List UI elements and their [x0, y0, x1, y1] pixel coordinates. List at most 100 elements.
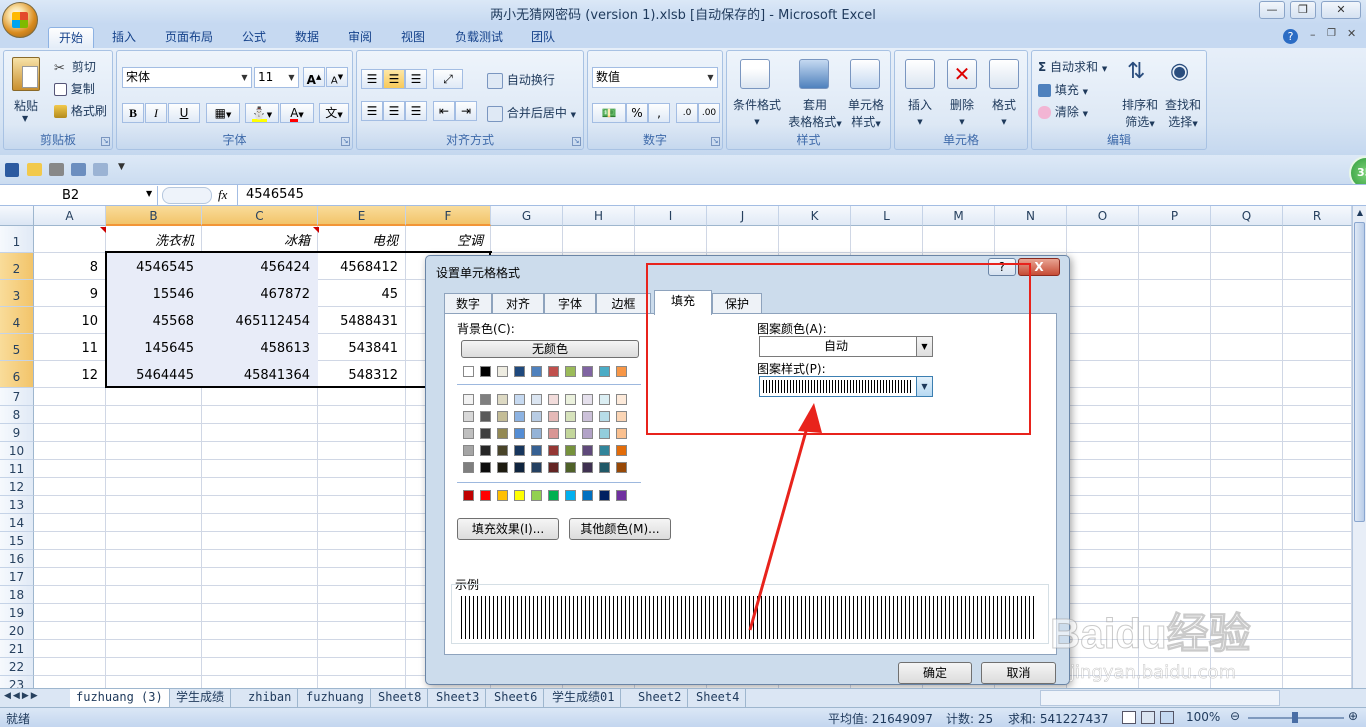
row-header[interactable]: 11: [0, 460, 34, 478]
column-header[interactable]: R: [1283, 206, 1352, 226]
ribbon-minimize-icon[interactable]: –: [1310, 28, 1316, 41]
help-icon[interactable]: ?: [1283, 29, 1298, 44]
column-header[interactable]: A: [34, 206, 106, 226]
row-header[interactable]: 5: [0, 334, 34, 361]
dialog-tab-number[interactable]: 数字: [444, 293, 492, 314]
column-header[interactable]: K: [779, 206, 851, 226]
color-swatch[interactable]: [480, 411, 491, 422]
color-swatch[interactable]: [497, 394, 508, 405]
column-header[interactable]: B: [106, 206, 202, 226]
color-swatch[interactable]: [616, 445, 627, 456]
color-swatch[interactable]: [463, 445, 474, 456]
row-header[interactable]: 18: [0, 586, 34, 604]
color-swatch[interactable]: [616, 428, 627, 439]
insert-cells-button[interactable]: 插入 ▼: [905, 96, 935, 127]
dialog-tab-border[interactable]: 边框: [596, 293, 651, 314]
align-right-button[interactable]: ☰: [405, 101, 427, 121]
color-swatch[interactable]: [565, 428, 576, 439]
color-swatch[interactable]: [599, 411, 610, 422]
column-header[interactable]: I: [635, 206, 707, 226]
clipboard-launcher-icon[interactable]: ↘: [101, 137, 110, 146]
number-launcher-icon[interactable]: ↘: [711, 137, 720, 146]
minimize-button[interactable]: —: [1259, 1, 1285, 19]
customize-qat-icon[interactable]: ▼: [118, 162, 125, 172]
format-cells-button[interactable]: 格式 ▼: [989, 96, 1019, 127]
sort-filter-button[interactable]: 排序和 筛选▼: [1120, 96, 1160, 130]
scroll-thumb[interactable]: [1354, 222, 1365, 522]
more-colors-button[interactable]: 其他颜色(M)...: [569, 518, 671, 540]
row-header[interactable]: 17: [0, 568, 34, 586]
percent-button[interactable]: %: [626, 103, 648, 123]
column-header[interactable]: G: [491, 206, 563, 226]
save-icon[interactable]: [5, 163, 19, 177]
header-cell-ac[interactable]: 空调: [406, 226, 491, 253]
increase-decimal-button[interactable]: .0: [676, 103, 698, 123]
color-swatch[interactable]: [616, 366, 627, 377]
zoom-level[interactable]: 100%: [1186, 710, 1220, 724]
color-swatch[interactable]: [480, 462, 491, 473]
color-swatch[interactable]: [548, 394, 559, 405]
dialog-tab-fill[interactable]: 填充: [654, 290, 712, 315]
color-swatch[interactable]: [514, 394, 525, 405]
color-swatch[interactable]: [565, 411, 576, 422]
color-swatch[interactable]: [497, 490, 508, 501]
row-header[interactable]: 10: [0, 442, 34, 460]
tab-review[interactable]: 审阅: [340, 27, 380, 48]
row-header[interactable]: 8: [0, 406, 34, 424]
column-header[interactable]: E: [318, 206, 406, 226]
custom-toolbar-icon[interactable]: [93, 163, 108, 176]
row-header[interactable]: 14: [0, 514, 34, 532]
sheet-tab[interactable]: Sheet8: [372, 689, 429, 707]
print-icon[interactable]: [49, 163, 64, 176]
align-center-button[interactable]: ☰: [383, 101, 405, 121]
table-cell[interactable]: 9: [34, 280, 106, 307]
row-header[interactable]: 23: [0, 676, 34, 688]
color-swatch[interactable]: [565, 445, 576, 456]
color-swatch[interactable]: [497, 411, 508, 422]
color-swatch[interactable]: [565, 462, 576, 473]
tab-team[interactable]: 团队: [523, 27, 563, 48]
color-swatch[interactable]: [548, 462, 559, 473]
formula-bar-splitter[interactable]: [162, 187, 212, 204]
zoom-in-icon[interactable]: ⊕: [1348, 709, 1358, 723]
color-swatch[interactable]: [531, 411, 542, 422]
conditional-format-button[interactable]: 条件格式 ▼: [733, 96, 781, 127]
decrease-indent-button[interactable]: ⇤: [433, 101, 455, 121]
color-swatch[interactable]: [548, 428, 559, 439]
print-preview-icon[interactable]: [71, 163, 86, 176]
autosum-button[interactable]: Σ 自动求和 ▼: [1038, 58, 1107, 75]
cut-button[interactable]: ✂ 剪切: [54, 58, 96, 76]
color-swatch[interactable]: [582, 462, 593, 473]
row-header[interactable]: 4: [0, 307, 34, 334]
dialog-tab-alignment[interactable]: 对齐: [492, 293, 544, 314]
zoom-out-icon[interactable]: ⊖: [1230, 709, 1240, 723]
vertical-scrollbar[interactable]: ▲: [1352, 206, 1366, 688]
row-header[interactable]: 16: [0, 550, 34, 568]
office-button[interactable]: [2, 2, 38, 38]
sheet-tab[interactable]: Sheet4: [690, 689, 747, 707]
row-header[interactable]: 19: [0, 604, 34, 622]
cell-styles-button[interactable]: 单元格 样式▼: [844, 96, 888, 130]
shrink-font-button[interactable]: A▼: [326, 67, 348, 87]
column-header[interactable]: H: [563, 206, 635, 226]
open-folder-icon[interactable]: [27, 163, 42, 176]
restore-button[interactable]: ❐: [1290, 1, 1316, 19]
decrease-decimal-button[interactable]: .00: [698, 103, 720, 123]
color-swatch[interactable]: [514, 428, 525, 439]
color-swatch[interactable]: [616, 394, 627, 405]
italic-button[interactable]: I: [145, 103, 167, 123]
name-box-dropdown-icon[interactable]: ▼: [146, 189, 152, 198]
row-header[interactable]: 22: [0, 658, 34, 676]
color-swatch[interactable]: [531, 445, 542, 456]
color-swatch[interactable]: [531, 366, 542, 377]
row-header[interactable]: 2: [0, 253, 34, 280]
font-name-select[interactable]: 宋体 ▼: [122, 67, 252, 88]
row-header[interactable]: 6: [0, 361, 34, 388]
select-all-button[interactable]: [0, 206, 34, 226]
row-header[interactable]: 7: [0, 388, 34, 406]
formula-input[interactable]: 4546545: [246, 187, 304, 202]
column-header[interactable]: O: [1067, 206, 1139, 226]
normal-view-icon[interactable]: [1122, 711, 1136, 724]
paste-button[interactable]: 粘贴: [14, 97, 38, 114]
delete-cells-button[interactable]: 删除 ▼: [947, 96, 977, 127]
